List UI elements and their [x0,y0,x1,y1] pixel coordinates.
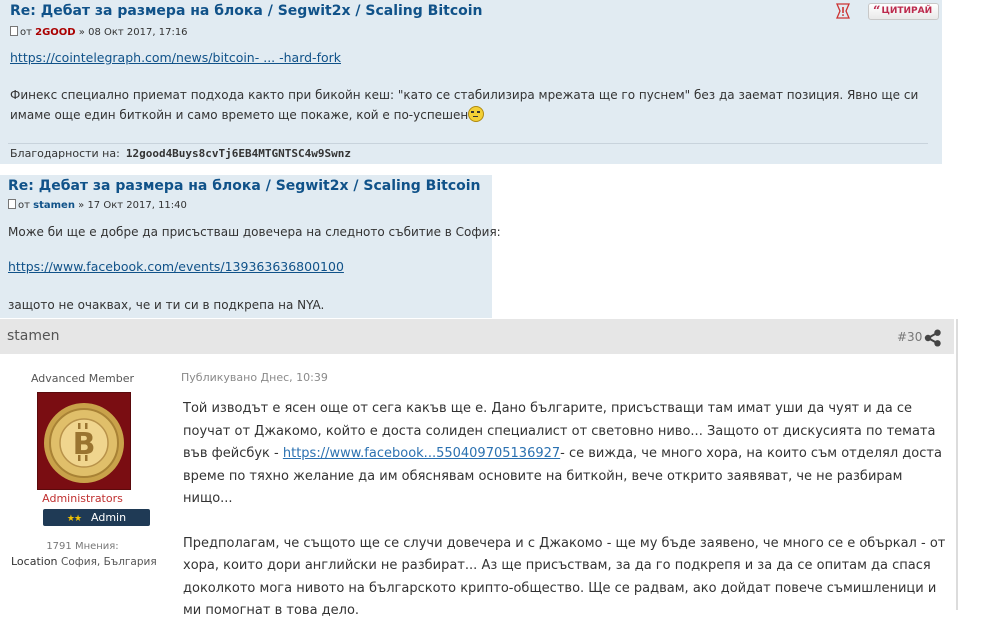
post-author[interactable]: stamen [7,328,60,344]
post-body: Той изводът е ясен още от сега какъв ще … [183,398,953,623]
post-header: stamen #30 [0,319,954,354]
location-value: София, България [61,556,157,568]
svg-text:B: B [73,427,96,462]
quoted-post-stamen: Re: Дебат за размера на блока / Segwit2x… [0,175,501,318]
quote-button-label: ЦИТИРАЙ [881,6,933,16]
thanks-line: Благодарности на: 12good4Buys8cvTj6EB4MTG… [10,147,351,160]
post-icon [8,199,16,209]
location-label: Location [11,555,58,568]
author-link[interactable]: stamen [33,200,75,211]
posts-count: 1791 Мнения: [46,541,119,552]
post-meta: от 2GOOD » 08 Окт 2017, 17:16 [10,26,188,38]
post-date: » 08 Окт 2017, 17:16 [78,27,188,38]
author-profile: Advanced Member B Administrators ★★ Admin… [0,354,165,610]
meta-prefix: от [18,200,30,211]
author-link[interactable]: 2GOOD [35,27,75,38]
post-text-content: Финекс специално приемат подхода както п… [10,88,919,122]
meta-prefix: от [20,27,32,38]
star-icon: ★★ [66,514,82,524]
share-icon[interactable] [924,329,942,347]
post-text: Може би ще е добре да присъстваш довечер… [8,225,501,239]
quote-button[interactable]: “ЦИТИРАЙ [868,3,940,20]
facebook-link[interactable]: https://www.facebook...550409705136927 [283,446,560,461]
thanks-label: Благодарности на: [10,147,120,160]
admin-badge: ★★ Admin [43,509,150,526]
post-title[interactable]: Re: Дебат за размера на блока / Segwit2x… [10,3,483,19]
post-date: » 17 Окт 2017, 11:40 [78,200,187,211]
post-paragraph: Той изводът е ясен още от сега какъв ще … [183,398,953,511]
post-paragraph: Предполагам, че същото ще се случи довеч… [183,535,946,619]
warning-icon[interactable] [834,2,852,20]
badge-label: Admin [91,511,127,524]
bitcoin-coin-icon: B [38,393,130,489]
forum-post: stamen #30 Advanced Member B Administrat… [0,319,958,618]
post-title[interactable]: Re: Дебат за размера на блока / Segwit2x… [8,178,481,194]
external-link[interactable]: https://www.facebook.com/events/13936363… [8,259,344,274]
post-number[interactable]: #30 [897,330,922,344]
rolleyes-smiley-icon [468,106,485,122]
bitcoin-address: 12good4Buys8cvTj6EB4MTGNTSC4w9Swnz [125,147,351,160]
quoted-post-2good: Re: Дебат за размера на блока / Segwit2x… [0,0,942,164]
post-text: защото не очаквах, че и ти си в подкрепа… [8,298,325,312]
user-rank: Advanced Member [30,372,135,385]
user-location: Location София, България [11,555,157,568]
user-group[interactable]: Administrators [0,492,165,505]
post-icon [10,26,18,36]
post-meta: от stamen » 17 Окт 2017, 11:40 [8,199,187,211]
signature-divider [8,143,928,144]
quote-mark-icon: “ [873,4,881,19]
avatar[interactable]: B [37,392,131,490]
external-link[interactable]: https://cointelegraph.com/news/bitcoin- … [10,50,341,65]
post-date: Публикувано Днес, 10:39 [181,371,328,384]
post-text: Финекс специално приемат подхода както п… [10,85,925,125]
